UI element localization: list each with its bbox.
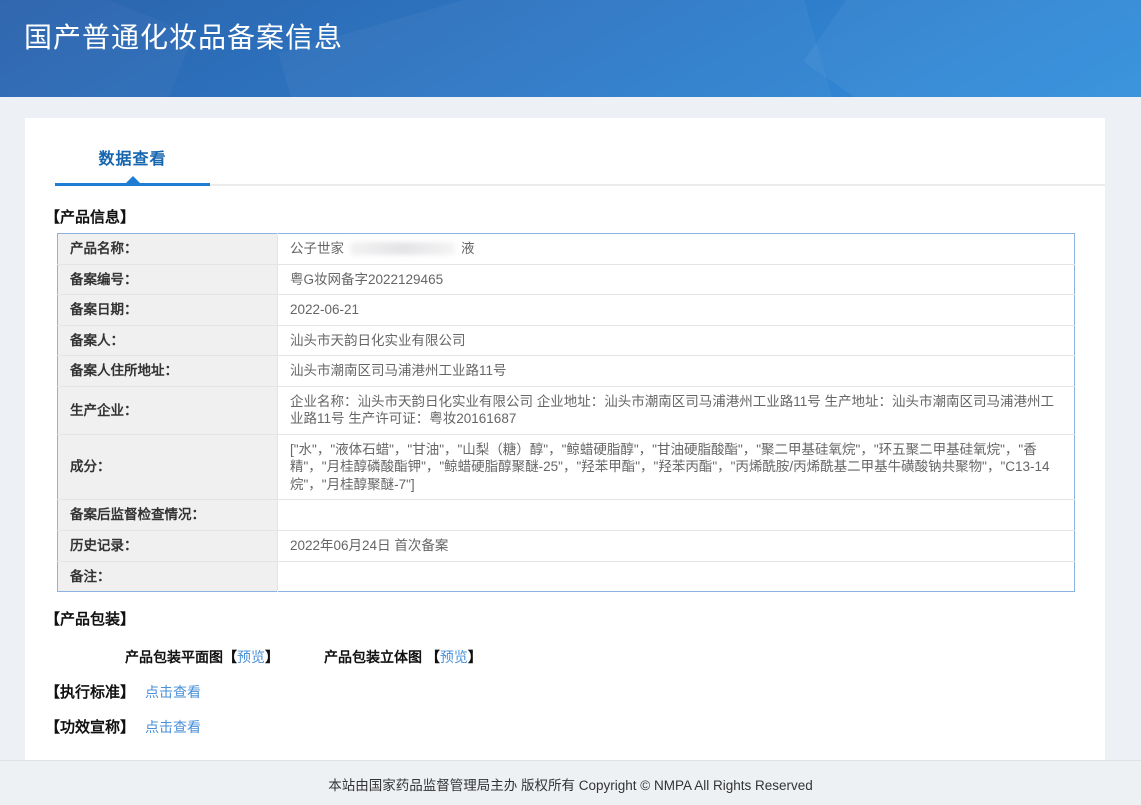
active-tab-arrow-icon xyxy=(125,176,140,183)
row-value xyxy=(277,560,1075,592)
packaging-item: 产品包装平面图【预览】 xyxy=(125,647,279,667)
page-title: 国产普通化妆品备案信息 xyxy=(24,22,344,53)
content-area: 【产品信息】 产品名称： 公子世家液 备案编号： 粤G妆网备字202212946… xyxy=(25,186,1105,737)
product-info-body: 产品名称： 公子世家液 备案编号： 粤G妆网备字2022129465 备案日期：… xyxy=(57,233,1075,592)
row-value: 汕头市潮南区司马浦港州工业路11号 xyxy=(277,355,1075,387)
product-info-section-title: 【产品信息】 xyxy=(45,209,136,226)
row-label: 备案后监督检查情况： xyxy=(57,499,278,531)
row-label: 备案编号： xyxy=(57,263,278,295)
packaging-items: 产品包装平面图【预览】 产品包装立体图 【预览】 xyxy=(45,635,1075,667)
packaging-item-label: 产品包装平面图 xyxy=(125,649,223,666)
table-row: 备注： xyxy=(57,560,1075,592)
main-card: 数据查看 【产品信息】 产品名称： 公子世家液 备案编号： 粤G妆网备字2022… xyxy=(25,118,1105,760)
packaging-section: 【产品包装】 产品包装平面图【预览】 产品包装立体图 【预览】 xyxy=(45,608,1075,667)
row-label: 产品名称： xyxy=(57,233,278,265)
efficacy-view-link[interactable]: 点击查看 xyxy=(145,719,201,735)
standards-label: 【执行标准】 xyxy=(45,684,136,702)
row-value: 汕头市天韵日化实业有限公司 xyxy=(277,324,1075,356)
row-label: 成分： xyxy=(57,433,278,500)
row-label: 生产企业： xyxy=(57,385,278,435)
row-label: 备案人住所地址： xyxy=(57,355,278,387)
table-row: 备案日期： 2022-06-21 xyxy=(57,294,1075,326)
row-value: 公子世家液 xyxy=(290,241,475,256)
standards-view-link[interactable]: 点击查看 xyxy=(145,684,201,700)
table-row: 备案人住所地址： 汕头市潮南区司马浦港州工业路11号 xyxy=(57,355,1075,387)
preview-link[interactable]: 预览 xyxy=(237,649,265,665)
product-info-table: 产品名称： 公子世家液 备案编号： 粤G妆网备字2022129465 备案日期：… xyxy=(57,233,1075,593)
active-tab-indicator xyxy=(55,176,210,186)
header-decor-shape xyxy=(803,0,1141,97)
efficacy-section: 【功效宣称】 点击查看 xyxy=(45,716,1075,737)
table-row: 备案人： 汕头市天韵日化实业有限公司 xyxy=(57,324,1075,356)
packaging-item: 产品包装立体图 【预览】 xyxy=(324,647,482,667)
redacted-text xyxy=(350,242,455,255)
table-row: 生产企业： 企业名称：汕头市天韵日化实业有限公司 企业地址：汕头市潮南区司马浦港… xyxy=(57,385,1075,435)
row-label: 历史记录： xyxy=(57,530,278,562)
row-value: 2022-06-21 xyxy=(277,294,1075,326)
preview-link[interactable]: 预览 xyxy=(440,649,468,665)
row-label: 备注： xyxy=(57,560,278,592)
table-row: 成分： ["水"，"液体石蜡"，"甘油"，"山梨（糖）醇"，"鲸蜡硬脂醇"，"甘… xyxy=(57,433,1075,500)
table-row: 历史记录： 2022年06月24日 首次备案 xyxy=(57,530,1075,562)
bracket-close: 】 xyxy=(265,649,279,666)
row-label: 备案人： xyxy=(57,324,278,356)
efficacy-label: 【功效宣称】 xyxy=(45,719,136,737)
bracket-open: 【 xyxy=(223,649,237,666)
tab-rule xyxy=(55,176,1105,186)
bracket-open: 【 xyxy=(425,649,440,666)
row-value: 企业名称：汕头市天韵日化实业有限公司 企业地址：汕头市潮南区司马浦港州工业路11… xyxy=(277,385,1075,435)
row-label: 备案日期： xyxy=(57,294,278,326)
packaging-section-title: 【产品包装】 xyxy=(45,611,136,629)
row-value: ["水"，"液体石蜡"，"甘油"，"山梨（糖）醇"，"鲸蜡硬脂醇"，"甘油硬脂酸… xyxy=(277,433,1075,500)
copyright-text: 本站由国家药品监督管理局主办 版权所有 Copyright © NMPA All… xyxy=(328,778,813,793)
header-decor-shape xyxy=(278,0,842,97)
table-row: 备案编号： 粤G妆网备字2022129465 xyxy=(57,263,1075,295)
row-value xyxy=(277,499,1075,531)
table-row: 产品名称： 公子世家液 xyxy=(57,233,1075,265)
standards-section: 【执行标准】 点击查看 xyxy=(45,681,1075,702)
table-row: 备案后监督检查情况： xyxy=(57,499,1075,531)
page-footer: 本站由国家药品监督管理局主办 版权所有 Copyright © NMPA All… xyxy=(0,760,1141,805)
page-header: 国产普通化妆品备案信息 xyxy=(0,0,1141,97)
tab-bar: 数据查看 xyxy=(25,118,1105,184)
bracket-close: 】 xyxy=(467,649,482,666)
packaging-item-label: 产品包装立体图 xyxy=(324,649,426,666)
row-value: 粤G妆网备字2022129465 xyxy=(277,263,1075,295)
row-value: 2022年06月24日 首次备案 xyxy=(277,530,1075,562)
